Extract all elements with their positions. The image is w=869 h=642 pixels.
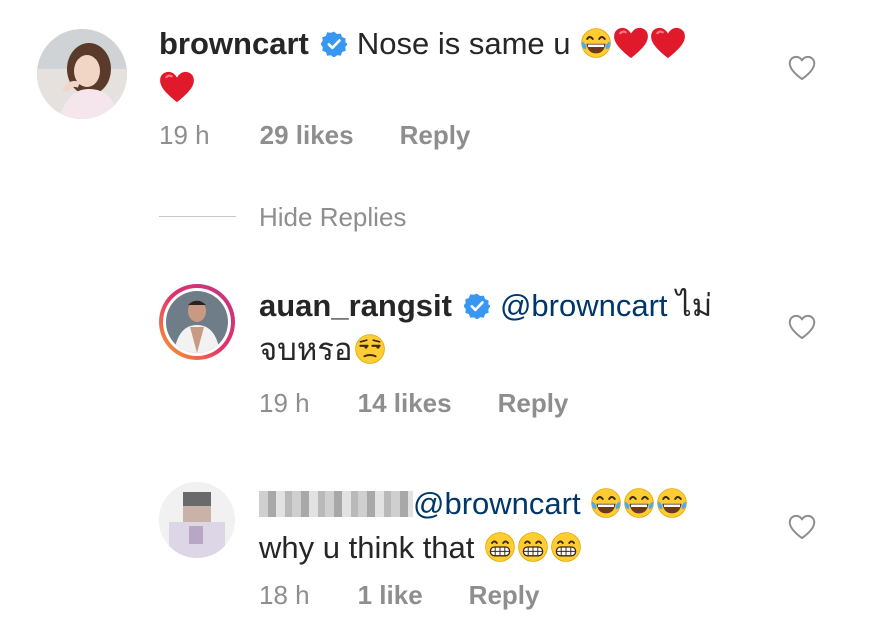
laughing-emoji-icon	[656, 487, 688, 519]
avatar-browncart[interactable]	[37, 29, 127, 119]
red-heart-emoji-icon	[159, 71, 195, 103]
comment-text: why u think that	[259, 530, 475, 565]
grinning-emoji-icon	[517, 531, 549, 563]
comment-body: @browncart why u think that	[259, 482, 759, 570]
blurred-username	[259, 491, 413, 517]
comment-meta: 19 h 29 likes Reply	[159, 120, 516, 151]
comment-text: จบหรอ	[259, 332, 353, 367]
like-heart-outline-icon[interactable]	[788, 314, 816, 340]
red-heart-emoji-icon	[650, 27, 686, 59]
hide-replies-button[interactable]: Hide Replies	[259, 202, 406, 233]
reply-button[interactable]: Reply	[400, 120, 471, 150]
avatar-photo	[37, 29, 127, 119]
laughing-emoji-icon	[623, 487, 655, 519]
comment-meta: 19 h 14 likes Reply	[259, 388, 614, 419]
username[interactable]: browncart	[159, 26, 309, 61]
likes-count[interactable]: 14 likes	[358, 388, 452, 418]
hide-replies-line	[159, 216, 236, 217]
reply-button[interactable]: Reply	[498, 388, 569, 418]
avatar-blurred[interactable]	[159, 482, 235, 558]
comment-meta: 18 h 1 like Reply	[259, 580, 585, 611]
laughing-emoji-icon	[590, 487, 622, 519]
like-heart-outline-icon[interactable]	[788, 514, 816, 540]
reply-button[interactable]: Reply	[469, 580, 540, 610]
like-heart-outline-icon[interactable]	[788, 55, 816, 81]
likes-count[interactable]: 29 likes	[260, 120, 354, 150]
comment-time: 19 h	[159, 120, 210, 150]
verified-badge-icon	[464, 293, 490, 319]
grinning-emoji-icon	[550, 531, 582, 563]
comment-time: 18 h	[259, 580, 310, 610]
verified-badge-icon	[321, 31, 347, 57]
comment-body: browncart Nose is same u	[159, 22, 759, 110]
avatar-photo	[159, 482, 235, 558]
laughing-emoji-icon	[580, 27, 612, 59]
red-heart-emoji-icon	[613, 27, 649, 59]
avatar-photo	[166, 291, 228, 353]
comment-body: auan_rangsit @browncart ไม่ จบหรอ	[259, 284, 759, 372]
mention-link[interactable]: @browncart	[500, 288, 668, 323]
comment-time: 19 h	[259, 388, 310, 418]
mention-link[interactable]: @browncart	[413, 486, 581, 521]
avatar-auan-rangsit[interactable]	[159, 284, 235, 360]
comment-text: Nose is same u	[356, 26, 571, 61]
username[interactable]: auan_rangsit	[259, 288, 452, 323]
likes-count[interactable]: 1 like	[358, 580, 423, 610]
grinning-emoji-icon	[484, 531, 516, 563]
comment-text: ไม่	[676, 288, 713, 323]
unamused-emoji-icon	[354, 333, 386, 365]
